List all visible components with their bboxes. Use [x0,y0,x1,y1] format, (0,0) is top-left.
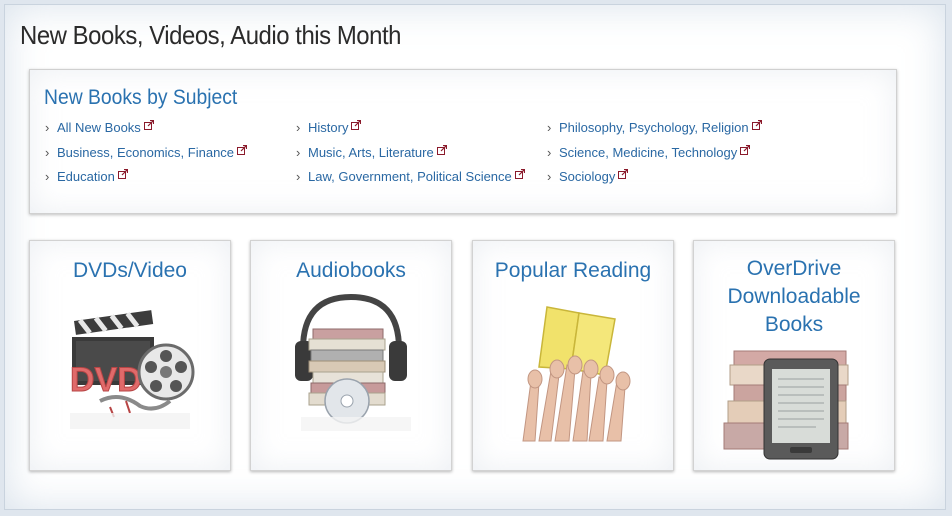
subject-link-science[interactable]: › Science, Medicine, Technology [547,144,762,170]
subject-column-2: › History › Music, Arts, Literature › Law, … [296,120,525,194]
external-link-icon [237,144,248,155]
subject-column-3: › Philosophy, Psychology, Religion › Scien… [547,120,762,194]
chevron-right-icon: › [296,120,301,135]
external-link-icon [740,144,751,155]
subject-link-history[interactable]: › History [296,120,525,145]
chevron-right-icon: › [45,144,50,160]
external-link-icon [751,120,762,130]
content-panel: New Books, Videos, Audio this Month New … [4,4,946,510]
subject-link-philosophy[interactable]: › Philosophy, Psychology, Religion [547,120,762,145]
page-title: New Books, Videos, Audio this Month [20,20,402,50]
hands-reaching-book-icon [522,306,631,442]
external-link-icon [618,169,629,179]
subject-box-title: New Books by Subject [44,86,238,109]
subject-column-1: › All New Books › Business, Economics, Fin… [45,120,248,194]
chevron-right-icon: › [45,120,50,135]
subject-link-music-arts[interactable]: › Music, Arts, Literature [296,144,525,170]
chevron-right-icon: › [296,144,301,160]
subject-link-education[interactable]: › Education [45,169,247,194]
popular-reading-card[interactable]: Popular Reading [472,240,674,471]
ereader-books-icon [723,350,849,460]
subject-link-all-new-books[interactable]: › All New Books [45,120,247,145]
external-link-icon [436,144,447,155]
dvd-film-reel-icon: DVD [70,310,195,429]
audiobooks-card[interactable]: Audiobooks [250,240,452,471]
headphones-books-icon [295,293,411,431]
external-link-icon [117,169,128,179]
dvds-video-card[interactable]: DVDs/Video DVD [29,240,231,471]
chevron-right-icon: › [45,169,50,184]
chevron-right-icon: › [296,169,301,184]
chevron-right-icon: › [547,120,552,135]
chevron-right-icon: › [547,169,552,184]
external-link-icon [351,120,362,130]
subject-link-sociology[interactable]: › Sociology [547,169,762,194]
subject-box: New Books by Subject › All New Books › Bus… [29,69,897,214]
subject-link-law-government[interactable]: › Law, Government, Political Science [296,169,525,194]
overdrive-card[interactable]: OverDrive Downloadable Books [693,240,895,471]
external-link-icon [514,169,525,179]
svg-text:DVD: DVD [70,361,142,399]
subject-link-business[interactable]: › Business, Economics, Finance [45,144,248,170]
external-link-icon [143,120,154,130]
chevron-right-icon: › [547,144,552,160]
